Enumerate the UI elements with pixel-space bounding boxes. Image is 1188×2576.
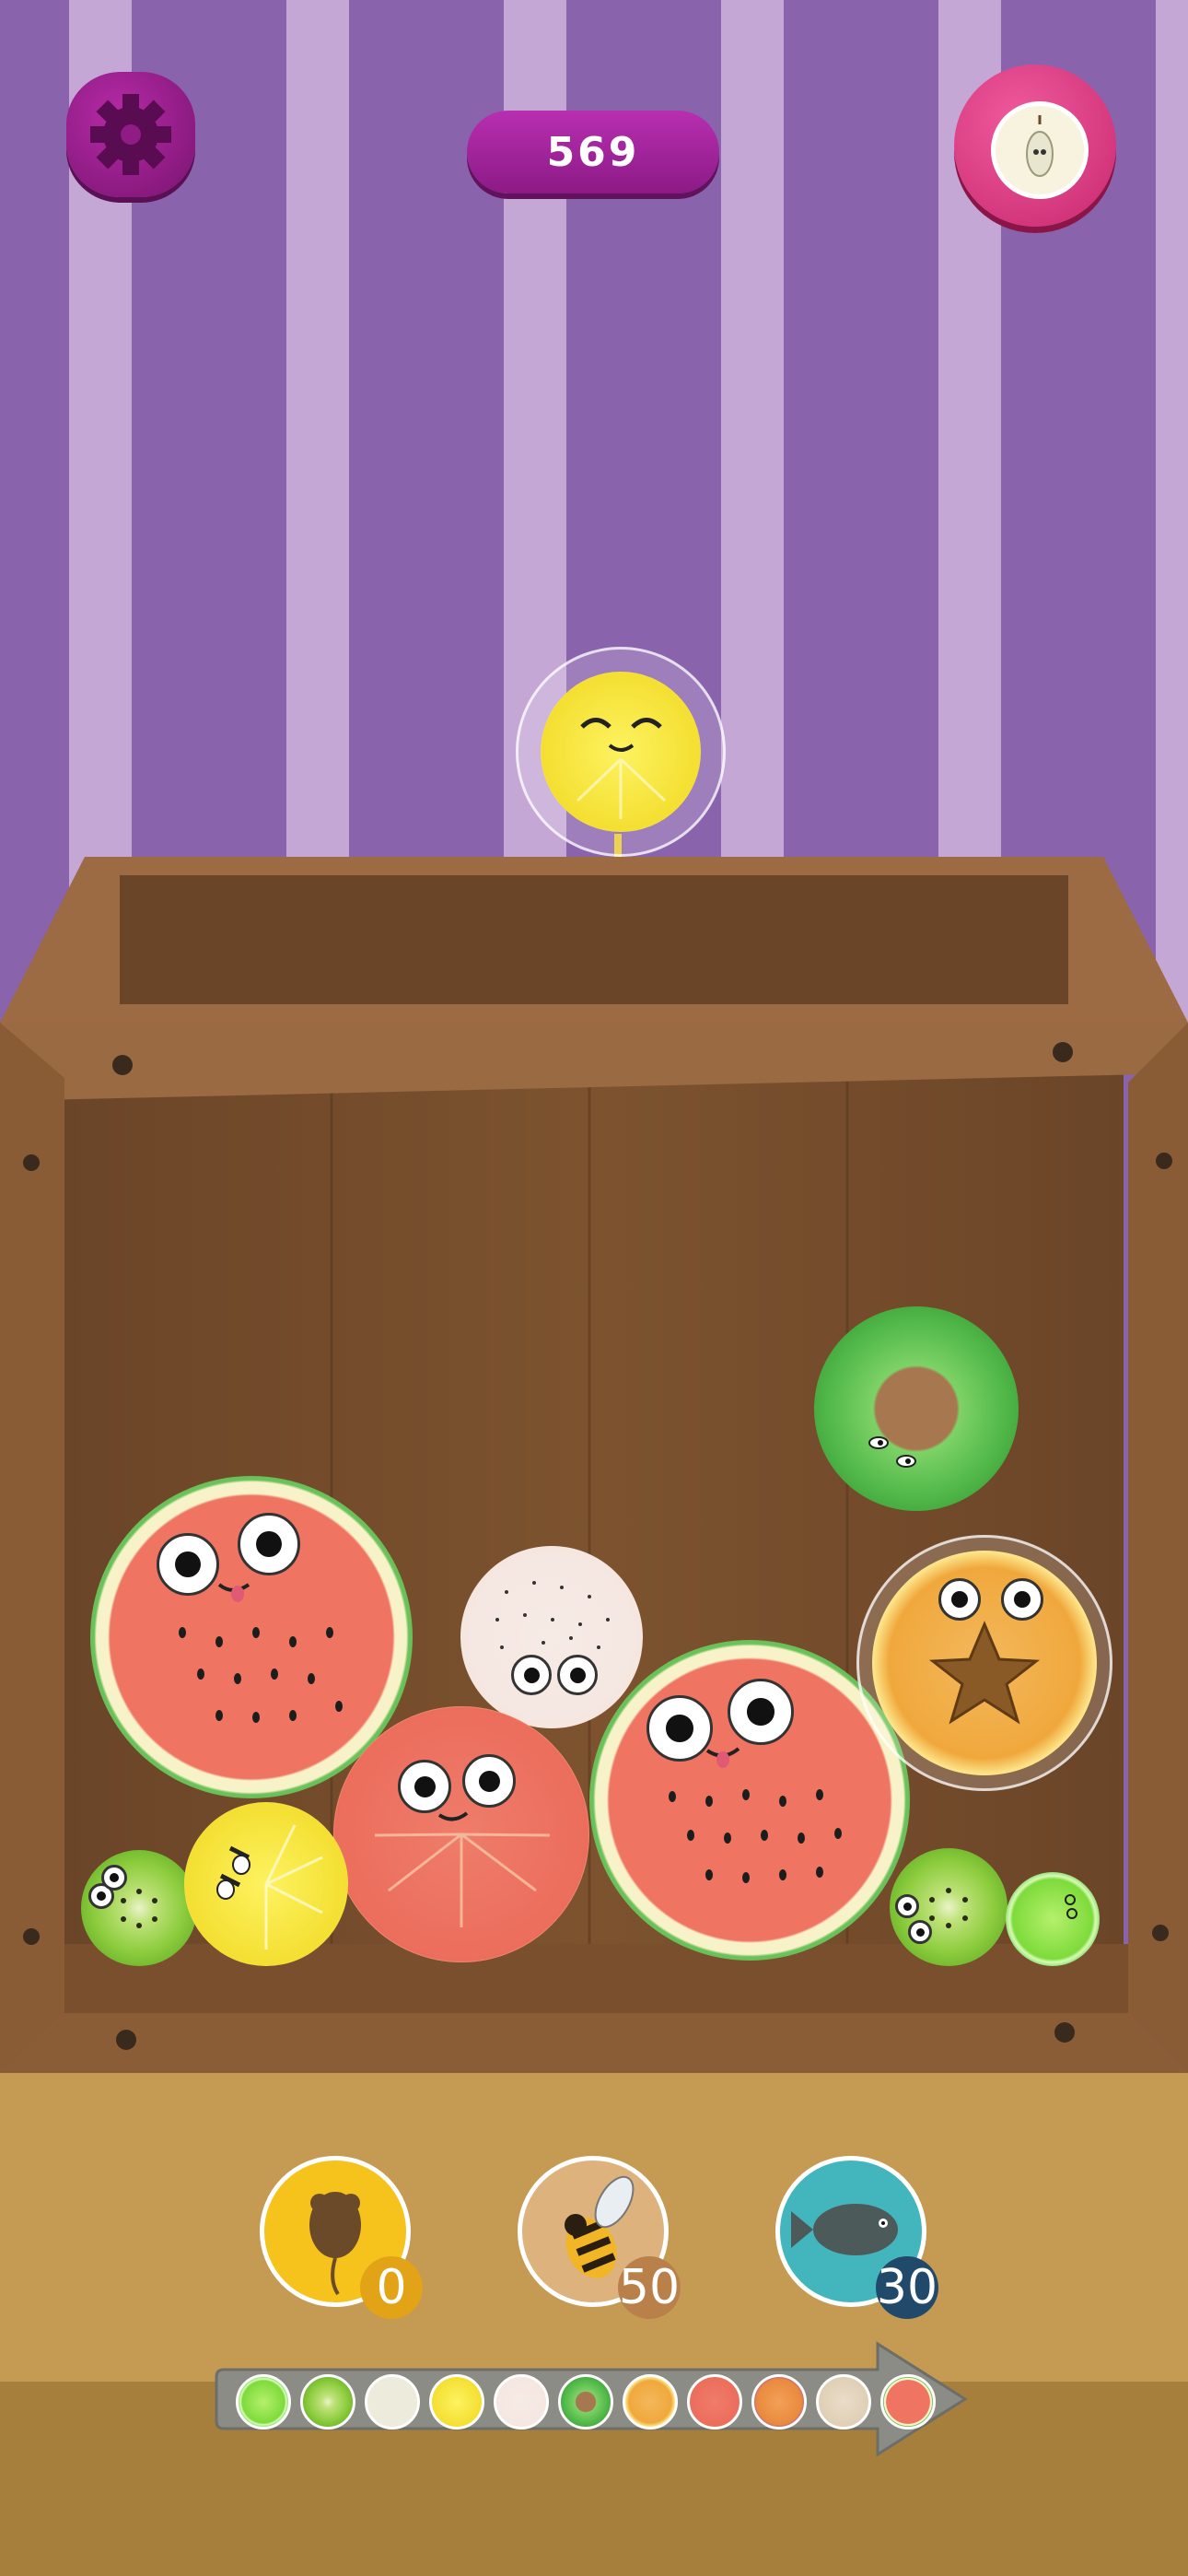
- powerup-fish[interactable]: 30: [775, 2156, 938, 2319]
- orange-bubble: [856, 1535, 1112, 1791]
- orange: [872, 1551, 1097, 1775]
- current-lemon: [541, 672, 701, 832]
- apple-icon: [991, 101, 1089, 199]
- score-display: 569: [467, 111, 719, 193]
- kiwi: [81, 1850, 197, 1966]
- evo-coconut: [816, 2374, 871, 2430]
- mouse-count: 0: [360, 2256, 423, 2319]
- evo-grapefruit: [687, 2374, 742, 2430]
- avocado: [814, 1306, 1019, 1511]
- evo-peach: [751, 2374, 807, 2430]
- grapefruit: [333, 1706, 589, 1962]
- evo-orange: [623, 2374, 678, 2430]
- bee-count: 50: [618, 2256, 681, 2319]
- gear-icon: [90, 94, 171, 175]
- kiwi: [890, 1848, 1007, 1966]
- evo-lemon: [429, 2374, 484, 2430]
- evo-watermelon: [880, 2374, 936, 2430]
- settings-button[interactable]: [66, 72, 195, 197]
- lemon: [184, 1802, 348, 1966]
- evo-avocado: [558, 2374, 613, 2430]
- powerup-mouse[interactable]: 0: [260, 2156, 423, 2319]
- evo-lime: [236, 2374, 291, 2430]
- powerup-bee[interactable]: 50: [518, 2156, 681, 2319]
- next-fruit-button[interactable]: [954, 64, 1116, 227]
- fish-count: 30: [876, 2256, 938, 2319]
- score-value: 569: [546, 128, 640, 176]
- drop-bubble[interactable]: [516, 647, 726, 857]
- evo-kiwi: [300, 2374, 355, 2430]
- evo-apple: [365, 2374, 420, 2430]
- lime: [1006, 1872, 1100, 1966]
- evo-dragonfruit: [494, 2374, 549, 2430]
